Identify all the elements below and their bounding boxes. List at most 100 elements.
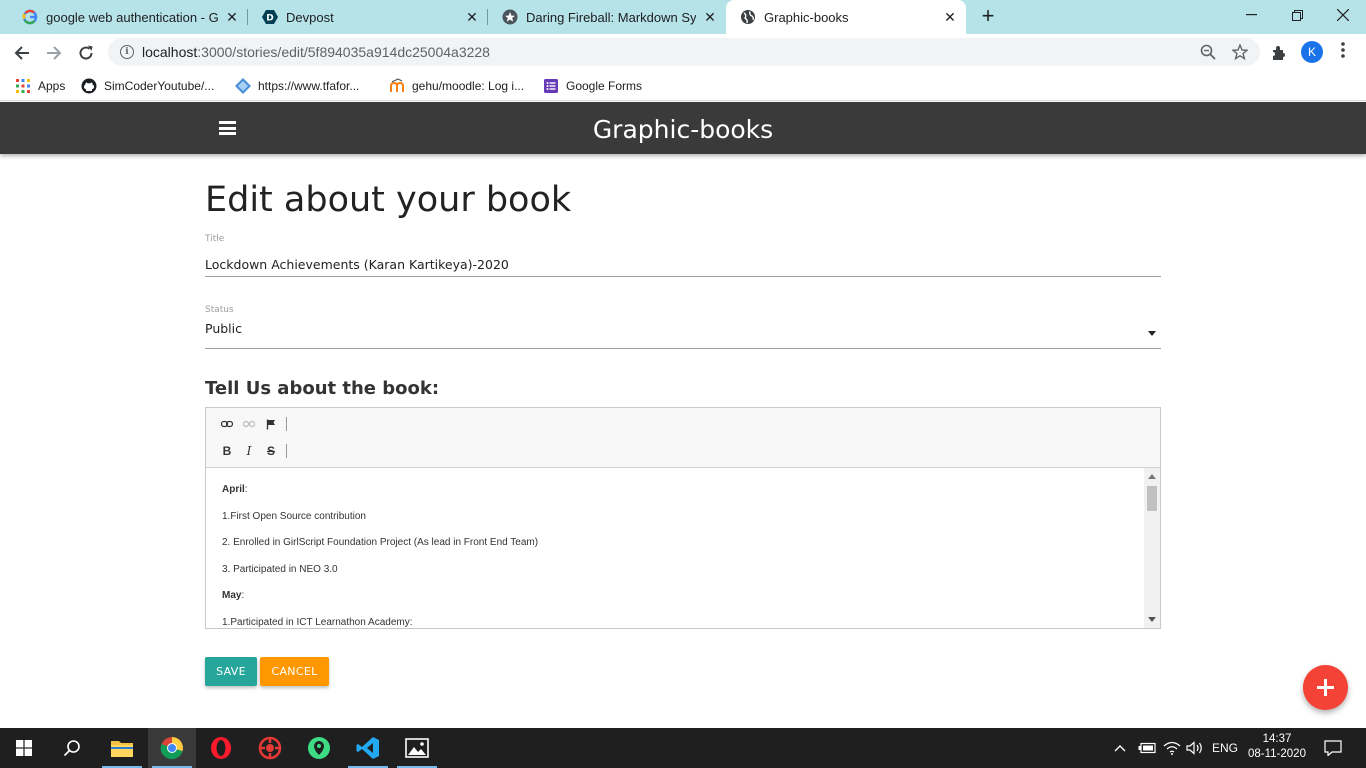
toolbar-separator: [286, 417, 287, 431]
editor-scrollbar[interactable]: [1144, 468, 1160, 628]
minimize-window-icon[interactable]: [1228, 0, 1274, 30]
google-forms-icon: [543, 78, 559, 94]
scroll-up-arrow-icon[interactable]: [1148, 474, 1156, 479]
link-icon[interactable]: [216, 415, 238, 433]
bookmark-label: SimCoderYoutube/...: [104, 79, 215, 93]
clock-time: 14:37: [1262, 733, 1292, 745]
title-input[interactable]: [205, 251, 1161, 277]
page-title: Edit about your book: [205, 180, 572, 220]
language-indicator[interactable]: ENG: [1212, 728, 1238, 768]
browser-tab-google-auth[interactable]: google web authentication - Goo ✕: [8, 0, 248, 34]
clock-date: 08-11-2020: [1248, 748, 1306, 760]
volume-icon[interactable]: [1186, 728, 1204, 768]
search-icon[interactable]: [48, 728, 96, 768]
bold-button[interactable]: B: [216, 442, 238, 460]
editor-paragraph: 1.Participated in ICT Learnathon Academy…: [222, 616, 413, 628]
editor-paragraph: April:: [222, 484, 248, 495]
editor-toolbar: B I S: [206, 408, 1160, 468]
editor-paragraph: 2. Enrolled in GirlScript Foundation Pro…: [222, 537, 539, 548]
add-story-fab-button[interactable]: [1303, 665, 1348, 710]
tab-title: Daring Fireball: Markdown Synta: [526, 9, 696, 25]
title-label: Title: [205, 234, 225, 244]
browser-tab-daring-fireball[interactable]: Daring Fireball: Markdown Synta ✕: [488, 0, 726, 34]
editor-toolbar-row-links: [216, 414, 287, 434]
cancel-button[interactable]: CANCEL: [260, 657, 329, 686]
forward-icon[interactable]: [41, 40, 67, 66]
github-icon: [81, 78, 97, 94]
close-tab-icon[interactable]: ✕: [702, 9, 718, 26]
unlink-icon[interactable]: [238, 415, 260, 433]
tab-title: Devpost: [286, 9, 334, 25]
bookmark-label: gehu/moodle: Log i...: [412, 79, 525, 93]
browser-toolbar: i localhost:3000/stories/edit/5f894035a9…: [0, 34, 1366, 71]
close-tab-icon[interactable]: ✕: [224, 9, 240, 26]
toolbar-separator: [286, 444, 287, 458]
wifi-icon[interactable]: [1163, 728, 1181, 768]
anchor-flag-icon[interactable]: [260, 415, 282, 433]
google-g-icon: [22, 9, 38, 25]
close-window-icon[interactable]: [1320, 0, 1366, 30]
tab-title: google web authentication - Goo: [46, 9, 218, 25]
editor-toolbar-row-format: B I S: [216, 441, 287, 461]
bookmark-label: Google Forms: [566, 79, 643, 93]
italic-button[interactable]: I: [238, 442, 260, 460]
profile-avatar[interactable]: K: [1301, 41, 1323, 63]
svg-text:D: D: [266, 14, 273, 24]
bookmark-simcoder[interactable]: SimCoderYoutube/...: [81, 77, 214, 95]
show-hidden-icons-chevron-icon[interactable]: [1114, 728, 1126, 768]
bookmark-star-icon[interactable]: [1231, 43, 1249, 62]
new-tab-button[interactable]: +: [976, 5, 1000, 29]
bookmarks-bar: Apps SimCoderYoutube/... https://www.tfa…: [0, 71, 1366, 101]
antivirus-shield-icon[interactable]: [246, 728, 294, 768]
tab-title: Graphic-books: [764, 9, 849, 25]
address-bar[interactable]: i localhost:3000/stories/edit/5f894035a9…: [108, 38, 1260, 66]
scroll-down-arrow-icon[interactable]: [1148, 617, 1156, 622]
bookmark-google-forms[interactable]: Google Forms: [543, 77, 642, 95]
editor-paragraph: 3. Participated in NEO 3.0: [222, 563, 338, 575]
windows-start-icon[interactable]: [0, 728, 48, 768]
devpost-icon: D: [262, 9, 278, 25]
star-icon: [502, 9, 518, 25]
browser-menu-icon[interactable]: [1336, 42, 1350, 62]
extensions-puzzle-icon[interactable]: [1268, 42, 1290, 64]
editor-content-area[interactable]: April: 1.First Open Source contribution …: [206, 468, 1144, 628]
dropdown-caret-icon: [1148, 331, 1156, 336]
browser-tab-graphic-books[interactable]: Graphic-books ✕: [726, 0, 966, 34]
status-select[interactable]: Public: [205, 321, 1161, 349]
site-info-icon[interactable]: i: [120, 45, 134, 59]
zoom-icon[interactable]: [1199, 44, 1217, 62]
close-tab-icon[interactable]: ✕: [942, 9, 958, 26]
battery-icon[interactable]: [1138, 728, 1156, 768]
restore-window-icon[interactable]: [1274, 0, 1320, 30]
bookmark-label: Apps: [38, 79, 66, 93]
opera-icon[interactable]: [197, 728, 245, 768]
body-section-heading: Tell Us about the book:: [205, 378, 440, 399]
app-navbar: Graphic-books: [0, 102, 1366, 154]
map-pin-app-icon[interactable]: [295, 728, 343, 768]
back-icon[interactable]: [9, 40, 35, 66]
reload-icon[interactable]: [73, 40, 99, 66]
brand-logo[interactable]: Graphic-books: [0, 115, 1366, 144]
photos-app-icon[interactable]: [393, 728, 441, 768]
bookmark-tfafor[interactable]: https://www.tfafor...: [235, 77, 359, 95]
bookmark-apps[interactable]: Apps: [15, 77, 65, 95]
browser-tab-devpost[interactable]: D Devpost ✕: [248, 0, 488, 34]
browser-tab-strip: google web authentication - Goo ✕ D Devp…: [0, 0, 1366, 34]
tfa-logo-icon: [235, 78, 251, 94]
editor-paragraph: 1.First Open Source contribution: [222, 510, 366, 522]
url-text: localhost:3000/stories/edit/5f894035a914…: [142, 44, 490, 60]
rich-text-editor: B I S April: 1.First Open Source contrib…: [205, 407, 1161, 629]
notification-center-icon[interactable]: [1324, 728, 1342, 768]
bookmark-moodle[interactable]: gehu/moodle: Log i...: [389, 77, 524, 95]
close-tab-icon[interactable]: ✕: [464, 9, 480, 26]
editor-paragraph: May:: [222, 590, 245, 601]
vscode-icon[interactable]: [344, 728, 392, 768]
file-explorer-icon[interactable]: [98, 728, 146, 768]
chrome-taskbar-icon[interactable]: [148, 728, 196, 768]
scrollbar-thumb[interactable]: [1147, 486, 1157, 511]
strike-button[interactable]: S: [260, 442, 282, 460]
apps-grid-icon: [15, 78, 31, 94]
save-button[interactable]: SAVE: [205, 657, 257, 686]
bookmark-label: https://www.tfafor...: [258, 79, 360, 93]
system-clock[interactable]: 14:37 08-11-2020: [1244, 732, 1310, 762]
